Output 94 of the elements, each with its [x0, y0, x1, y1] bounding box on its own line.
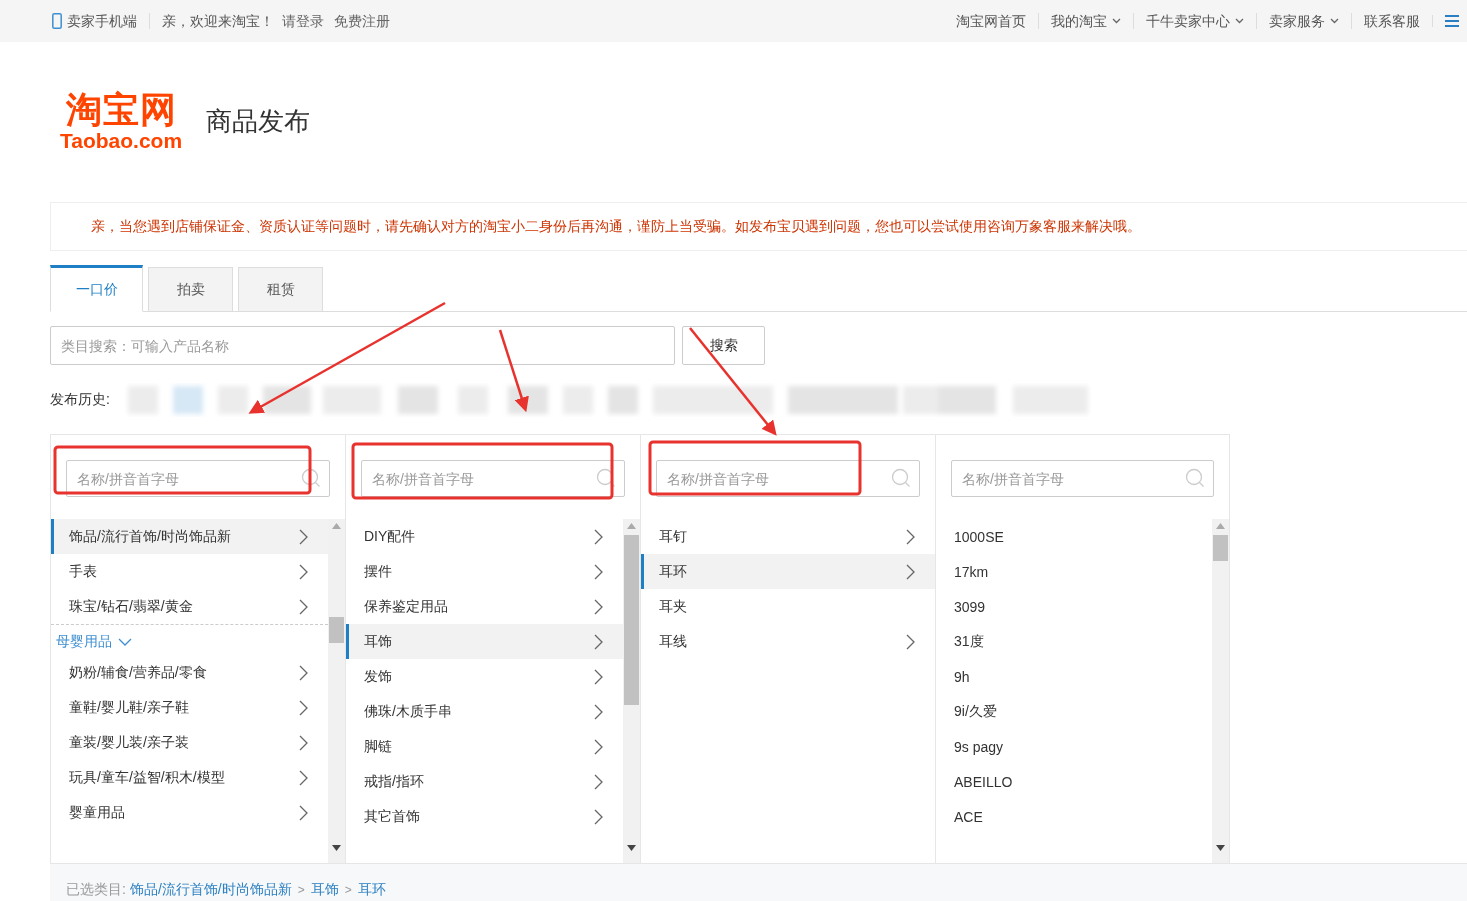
- search-icon: [891, 468, 911, 488]
- category-item[interactable]: 耳线: [641, 624, 935, 659]
- category-item[interactable]: 耳环: [641, 554, 935, 589]
- caret-icon: [1112, 18, 1121, 24]
- history-label: 发布历史:: [50, 391, 110, 409]
- category-item[interactable]: 保养鉴定用品: [346, 589, 623, 624]
- scrollbar-thumb[interactable]: [624, 535, 639, 705]
- column-search-field[interactable]: 名称/拼音首字母: [361, 460, 625, 497]
- category-item[interactable]: DIY配件: [346, 519, 623, 554]
- category-item[interactable]: 9h: [936, 659, 1212, 694]
- top-nav-link[interactable]: 淘宝网首页: [944, 13, 1038, 29]
- category-item[interactable]: 手表: [51, 554, 328, 589]
- scrollbar[interactable]: [328, 519, 345, 863]
- category-item[interactable]: 脚链: [346, 729, 623, 764]
- chevron-right-icon: [906, 563, 915, 580]
- chevron-right-icon: [299, 804, 308, 821]
- scrollbar[interactable]: [623, 519, 640, 863]
- scrollbar[interactable]: [1212, 519, 1229, 863]
- path-separator: >: [343, 883, 353, 897]
- category-item[interactable]: 摆件: [346, 554, 623, 589]
- chevron-right-icon: [594, 738, 603, 755]
- chevron-right-icon: [299, 563, 308, 580]
- path-link[interactable]: 饰品/流行首饰/时尚饰品新: [129, 881, 292, 899]
- category-item[interactable]: ABEILLO: [936, 764, 1212, 799]
- category-item[interactable]: 9i/久爱: [936, 694, 1212, 729]
- category-item[interactable]: ACE: [936, 799, 1212, 834]
- chevron-right-icon: [594, 528, 603, 545]
- caret-icon: [1330, 18, 1339, 24]
- chevron-right-icon: [906, 528, 915, 545]
- chevron-right-icon: [299, 664, 308, 681]
- chevron-right-icon: [594, 808, 603, 825]
- category-item[interactable]: 耳钉: [641, 519, 935, 554]
- chevron-right-icon: [299, 769, 308, 786]
- chevron-right-icon: [299, 528, 308, 545]
- category-search-field[interactable]: 类目搜索：可输入产品名称: [50, 326, 675, 365]
- category-item[interactable]: 戒指/指环: [346, 764, 623, 799]
- category-item[interactable]: 玩具/童车/益智/积木/模型: [51, 760, 328, 795]
- category-item[interactable]: 其它首饰: [346, 799, 623, 834]
- selected-path-label: 已选类目:: [66, 881, 126, 899]
- category-item[interactable]: 婴童用品: [51, 795, 328, 830]
- phone-icon: [52, 13, 62, 29]
- category-item[interactable]: 童装/婴儿装/亲子装: [51, 725, 328, 760]
- welcome-text: 亲，欢迎来淘宝！: [149, 13, 278, 29]
- chevron-right-icon: [299, 734, 308, 751]
- scroll-up-icon[interactable]: [1216, 523, 1225, 529]
- category-item[interactable]: 珠宝/钻石/翡翠/黄金: [51, 589, 328, 624]
- category-item[interactable]: 发饰: [346, 659, 623, 694]
- category-item[interactable]: 31度: [936, 624, 1212, 659]
- tab[interactable]: 一口价: [50, 265, 143, 312]
- chevron-right-icon: [594, 773, 603, 790]
- caret-icon: [1235, 18, 1244, 24]
- mobile-link[interactable]: 卖家手机端: [52, 13, 149, 29]
- category-item[interactable]: 3099: [936, 589, 1212, 624]
- category-item[interactable]: 童鞋/婴儿鞋/亲子鞋: [51, 690, 328, 725]
- chevron-right-icon: [299, 699, 308, 716]
- scroll-down-icon[interactable]: [1216, 845, 1225, 851]
- column-search-field[interactable]: 名称/拼音首字母: [951, 460, 1214, 497]
- search-button[interactable]: 搜索: [682, 326, 765, 365]
- category-item[interactable]: 1000SE: [936, 519, 1212, 554]
- chevron-right-icon: [594, 668, 603, 685]
- search-icon: [1185, 468, 1205, 488]
- search-icon: [301, 468, 321, 488]
- chevron-right-icon: [594, 598, 603, 615]
- top-nav-link[interactable]: 我的淘宝: [1038, 13, 1133, 29]
- login-link[interactable]: 请登录: [278, 13, 330, 29]
- path-link[interactable]: 耳饰: [310, 881, 339, 899]
- path-link[interactable]: 耳环: [357, 881, 386, 899]
- chevron-right-icon: [594, 563, 603, 580]
- category-item[interactable]: 耳饰: [346, 624, 623, 659]
- category-item[interactable]: 饰品/流行首饰/时尚饰品新: [51, 519, 328, 554]
- scroll-down-icon[interactable]: [627, 845, 636, 851]
- scrollbar-thumb[interactable]: [329, 617, 344, 643]
- chevron-right-icon: [906, 633, 915, 650]
- scroll-up-icon[interactable]: [332, 523, 341, 529]
- top-nav-link[interactable]: 千牛卖家中心: [1133, 13, 1256, 29]
- page-title: 商品发布: [206, 105, 310, 138]
- scroll-down-icon[interactable]: [332, 845, 341, 851]
- category-item[interactable]: 17km: [936, 554, 1212, 589]
- column-search-field[interactable]: 名称/拼音首字母: [656, 460, 920, 497]
- chevron-right-icon: [594, 633, 603, 650]
- category-item[interactable]: 佛珠/木质手串: [346, 694, 623, 729]
- top-nav-link[interactable]: 卖家服务: [1256, 13, 1351, 29]
- tab[interactable]: 租赁: [238, 267, 323, 312]
- scroll-up-icon[interactable]: [627, 523, 636, 529]
- tab[interactable]: 拍卖: [148, 267, 233, 312]
- chevron-right-icon: [299, 598, 308, 615]
- category-item[interactable]: 9s pagy: [936, 729, 1212, 764]
- scrollbar-thumb[interactable]: [1213, 535, 1228, 561]
- chevron-right-icon: [594, 703, 603, 720]
- top-nav-link[interactable]: 联系客服: [1351, 13, 1432, 29]
- notice-banner: 亲，当您遇到店铺保证金、资质认证等问题时，请先确认对方的淘宝小二身份后再沟通，谨防上当受骗。如发布宝贝遇到问题，您也可以尝试使用咨询万象客服来解决哦。: [50, 202, 1467, 251]
- path-separator: >: [296, 883, 306, 897]
- register-link[interactable]: 免费注册: [330, 13, 396, 29]
- category-item[interactable]: 耳夹: [641, 589, 935, 624]
